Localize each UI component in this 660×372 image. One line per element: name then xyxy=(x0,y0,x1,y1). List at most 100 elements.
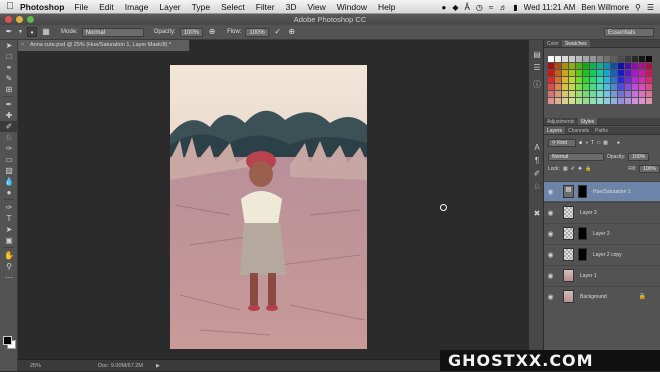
character-panel-icon[interactable]: A xyxy=(529,141,545,154)
color-swatch[interactable] xyxy=(576,91,582,97)
color-swatch[interactable] xyxy=(590,70,596,76)
color-swatch[interactable] xyxy=(562,70,568,76)
flow-field[interactable]: 100% xyxy=(245,27,269,37)
filter-shape-icon[interactable]: □ xyxy=(597,140,600,146)
clone-stamp-tool-icon[interactable]: ♘ xyxy=(0,132,18,143)
clone-source-icon[interactable]: ♘ xyxy=(529,180,545,193)
lock-all-icon[interactable]: 🔒 xyxy=(585,166,591,172)
color-swatch[interactable] xyxy=(625,91,631,97)
color-swatch[interactable] xyxy=(597,84,603,90)
layer-row[interactable]: ◉ Layer 2 xyxy=(544,223,660,243)
color-swatch[interactable] xyxy=(611,77,617,83)
color-swatch[interactable] xyxy=(639,77,645,83)
lasso-tool-icon[interactable]: ⚭ xyxy=(0,62,18,73)
brush-tool-icon[interactable]: ✐ xyxy=(0,121,18,132)
menu-edit[interactable]: Edit xyxy=(99,2,114,12)
color-swatch[interactable] xyxy=(618,63,624,69)
color-swatch[interactable] xyxy=(611,70,617,76)
minimize-window-icon[interactable] xyxy=(16,16,23,23)
time-machine-icon[interactable]: ◷ xyxy=(476,3,483,12)
color-swatch[interactable] xyxy=(632,63,638,69)
color-swatch[interactable] xyxy=(555,56,561,62)
brush-size-icon[interactable]: • xyxy=(27,27,37,37)
color-swatch[interactable] xyxy=(604,98,610,104)
color-swatch[interactable] xyxy=(576,63,582,69)
color-swatch[interactable] xyxy=(562,77,568,83)
color-swatch[interactable] xyxy=(569,63,575,69)
bluetooth-icon[interactable]: Å xyxy=(465,3,470,12)
color-swatch[interactable] xyxy=(562,91,568,97)
filter-type-icon[interactable]: T xyxy=(591,140,594,146)
crop-tool-icon[interactable]: ⊞ xyxy=(0,84,18,95)
tab-styles[interactable]: Styles xyxy=(577,118,598,125)
color-swatch[interactable] xyxy=(597,98,603,104)
color-swatch[interactable] xyxy=(604,70,610,76)
zoom-tool-icon[interactable]: ⚲ xyxy=(0,261,18,272)
color-swatch[interactable] xyxy=(555,98,561,104)
color-swatch[interactable] xyxy=(632,98,638,104)
color-swatch[interactable] xyxy=(611,98,617,104)
blend-mode-select[interactable]: Normal xyxy=(548,153,604,161)
path-selection-tool-icon[interactable]: ➤ xyxy=(0,224,18,235)
blur-tool-icon[interactable]: 💧 xyxy=(0,176,18,187)
menu-image[interactable]: Image xyxy=(125,2,149,12)
eye-icon[interactable]: ◉ xyxy=(544,230,557,238)
paragraph-panel-icon[interactable]: ¶ xyxy=(529,154,545,167)
pressure-opacity-icon[interactable]: ⊕ xyxy=(207,27,217,37)
marquee-tool-icon[interactable]: □ xyxy=(0,51,18,62)
color-swatch[interactable] xyxy=(548,70,554,76)
tab-paths[interactable]: Paths xyxy=(592,127,611,134)
layer-row[interactable]: ◉ Background 🔒 xyxy=(544,286,660,306)
notification-icon[interactable]: ☰ xyxy=(647,3,654,12)
menu-filter[interactable]: Filter xyxy=(256,2,275,12)
user-name[interactable]: Ben Willmore xyxy=(581,3,629,12)
color-swatch[interactable] xyxy=(611,91,617,97)
color-swatch[interactable] xyxy=(618,91,624,97)
color-swatch[interactable] xyxy=(646,63,652,69)
color-swatch[interactable] xyxy=(583,84,589,90)
history-brush-tool-icon[interactable]: ✑ xyxy=(0,143,18,154)
color-swatch[interactable] xyxy=(646,77,652,83)
color-swatch[interactable] xyxy=(611,63,617,69)
eraser-tool-icon[interactable]: ▭ xyxy=(0,154,18,165)
color-swatch[interactable] xyxy=(548,77,554,83)
color-swatch[interactable] xyxy=(555,84,561,90)
color-swatch[interactable] xyxy=(604,63,610,69)
color-swatch[interactable] xyxy=(611,84,617,90)
kind-filter-select[interactable]: ⚲ Kind xyxy=(548,139,576,147)
color-swatch[interactable] xyxy=(555,70,561,76)
layer-row[interactable]: ◉ Layer 2 copy xyxy=(544,244,660,264)
status-icon[interactable]: ● xyxy=(442,3,447,12)
layer-name[interactable]: Layer 3 xyxy=(580,210,597,216)
color-swatch[interactable] xyxy=(639,91,645,97)
color-swatch[interactable] xyxy=(583,98,589,104)
quick-select-tool-icon[interactable]: ✎ xyxy=(0,73,18,84)
color-swatch[interactable] xyxy=(632,70,638,76)
color-swatch[interactable] xyxy=(618,70,624,76)
layer-mask-thumbnail[interactable] xyxy=(578,185,587,198)
mode-select[interactable]: Normal xyxy=(81,27,144,37)
color-swatch[interactable] xyxy=(625,98,631,104)
filter-smart-icon[interactable]: ▩ xyxy=(603,140,608,146)
color-swatch[interactable] xyxy=(625,70,631,76)
color-swatch[interactable] xyxy=(639,70,645,76)
dodge-tool-icon[interactable]: ● xyxy=(0,187,18,198)
workspace-select[interactable]: Essentials xyxy=(604,28,654,37)
color-swatch[interactable] xyxy=(639,56,645,62)
color-swatch[interactable] xyxy=(555,77,561,83)
volume-icon[interactable]: ♬ xyxy=(499,3,507,12)
layer-row[interactable]: ◉ Layer 1 xyxy=(544,265,660,285)
color-swatch[interactable] xyxy=(597,91,603,97)
zoom-level[interactable]: 25% xyxy=(30,360,41,372)
tool-presets-icon[interactable]: ✖ xyxy=(529,207,545,220)
tab-layers[interactable]: Layers xyxy=(544,127,566,134)
eye-icon[interactable]: ◉ xyxy=(544,209,557,217)
tab-swatches[interactable]: Swatches xyxy=(561,40,590,47)
color-swatch[interactable] xyxy=(632,91,638,97)
color-swatch[interactable] xyxy=(632,77,638,83)
color-swatch[interactable] xyxy=(597,63,603,69)
pen-tool-icon[interactable]: ✑ xyxy=(0,202,18,213)
shape-tool-icon[interactable]: ▣ xyxy=(0,235,18,246)
color-swatch[interactable] xyxy=(604,84,610,90)
tab-adjustments[interactable]: Adjustments xyxy=(544,118,578,125)
